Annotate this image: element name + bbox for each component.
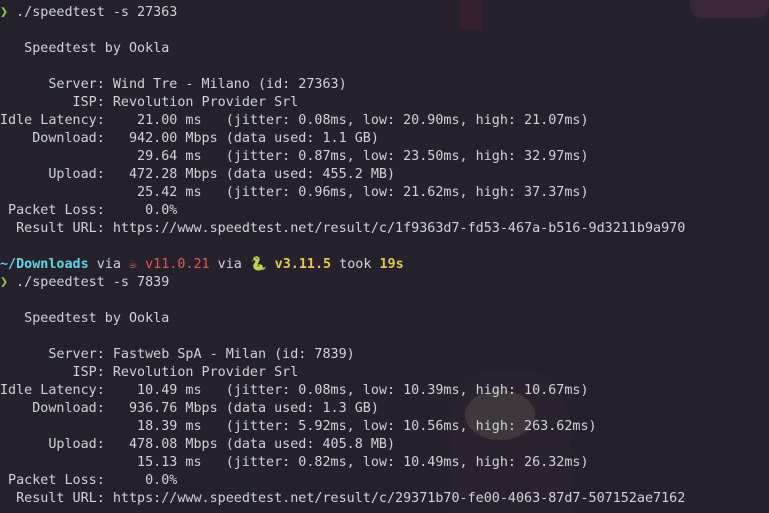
java-cup-icon: ☕ — [129, 257, 138, 272]
prompt-arrow-icon: ❯ — [0, 5, 9, 20]
speedtest-title: Speedtest by Ookla — [0, 311, 170, 326]
took-text: took — [331, 257, 380, 272]
current-directory: ~/Downloads — [0, 257, 89, 272]
upload-latency-line: 15.13 ms (jitter: 0.82ms, low: 10.49ms, … — [0, 455, 589, 470]
idle-latency-line: Idle Latency: 21.00 ms (jitter: 0.08ms, … — [0, 113, 589, 128]
java-version: v11.0.21 — [137, 257, 210, 272]
prompt-arrow-icon: ❯ — [0, 275, 9, 290]
packet-loss-line: Packet Loss: 0.0% — [0, 203, 178, 218]
download-latency-line: 18.39 ms (jitter: 5.92ms, low: 10.56ms, … — [0, 419, 597, 434]
server-line: Server: Wind Tre - Milano (id: 27363) — [0, 77, 347, 92]
speedtest-title: Speedtest by Ookla — [0, 41, 170, 56]
via-text: via — [88, 257, 129, 272]
upload-line: Upload: 478.08 Mbps (data used: 405.8 MB… — [0, 437, 396, 452]
isp-line: ISP: Revolution Provider Srl — [0, 95, 299, 110]
idle-latency-line: Idle Latency: 10.49 ms (jitter: 0.08ms, … — [0, 383, 589, 398]
command-text: ./speedtest -s 27363 — [8, 5, 178, 20]
prompt-status-line: ~/Downloads via ☕ v11.0.21 via 🐍 v3.11.5… — [0, 256, 769, 274]
command-line: ❯ ./speedtest -s 7839 — [0, 274, 769, 292]
command-text: ./speedtest -s 7839 — [8, 275, 170, 290]
command-line: ❯ ./speedtest -s 27363 — [0, 4, 769, 22]
command-duration: 19s — [379, 257, 404, 272]
upload-latency-line: 25.42 ms (jitter: 0.96ms, low: 21.62ms, … — [0, 185, 589, 200]
download-line: Download: 942.00 Mbps (data used: 1.1 GB… — [0, 131, 379, 146]
terminal-output: ❯ ./speedtest -s 27363 Speedtest by Ookl… — [0, 4, 769, 508]
packet-loss-line: Packet Loss: 0.0% — [0, 473, 178, 488]
terminal-window[interactable]: ❯ ./speedtest -s 27363 Speedtest by Ookl… — [0, 0, 769, 513]
download-line: Download: 936.76 Mbps (data used: 1.3 GB… — [0, 401, 379, 416]
result-url-line[interactable]: Result URL: https://www.speedtest.net/re… — [0, 490, 769, 508]
download-latency-line: 29.64 ms (jitter: 0.87ms, low: 23.50ms, … — [0, 149, 589, 164]
isp-line: ISP: Revolution Provider Srl — [0, 365, 299, 380]
python-snake-icon: 🐍 — [249, 257, 267, 272]
python-version: v3.11.5 — [266, 257, 332, 272]
result-url-line[interactable]: Result URL: https://www.speedtest.net/re… — [0, 220, 769, 238]
upload-line: Upload: 472.28 Mbps (data used: 455.2 MB… — [0, 167, 396, 182]
via-text: via — [209, 257, 250, 272]
server-line: Server: Fastweb SpA - Milan (id: 7839) — [0, 347, 355, 362]
